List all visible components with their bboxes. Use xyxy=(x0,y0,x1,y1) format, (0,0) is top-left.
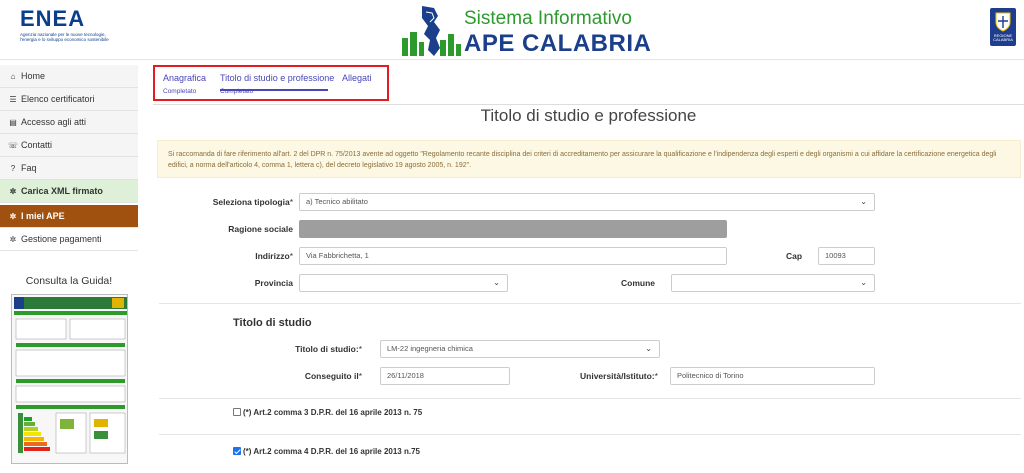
tabs-highlight-box: Anagrafica Completato Titolo di studio e… xyxy=(153,65,389,101)
section-divider xyxy=(159,398,1021,399)
sidebar-item-label: Home xyxy=(21,71,46,81)
brand-title-line1: Sistema Informativo xyxy=(464,8,632,29)
chevron-down-icon: ⌄ xyxy=(493,278,500,287)
gear-icon: ✲ xyxy=(9,187,17,196)
chevron-down-icon: ⌄ xyxy=(860,278,867,287)
universita-label: Università/Istituto:* xyxy=(580,371,658,381)
active-tab-underline xyxy=(220,89,328,91)
art2-comma3-label: (*) Art.2 comma 3 D.P.R. del 16 aprile 2… xyxy=(243,408,423,417)
main-content: Anagrafica Completato Titolo di studio e… xyxy=(153,60,1024,473)
conseguito-label: Conseguito il* xyxy=(304,371,362,381)
guide-title: Consulta la Guida! xyxy=(25,275,113,287)
info-alert: Si raccomanda di fare riferimento all'ar… xyxy=(157,140,1021,178)
phone-icon: ☏ xyxy=(8,141,19,150)
sidebar-item-faq[interactable]: ? Faq xyxy=(0,157,138,180)
required-mark: * xyxy=(289,251,293,261)
titolo-studio-label: Titolo di studio:* xyxy=(295,344,362,354)
sidebar-item-accesso-atti[interactable]: ▤ Accesso agli atti xyxy=(0,111,138,134)
art2-comma4-checkbox[interactable] xyxy=(233,447,241,455)
ape-calabria-brand[interactable]: Sistema Informativo APE CALABRIA xyxy=(400,4,660,58)
sidebar-item-home[interactable]: ⌂ Home xyxy=(0,65,138,88)
sidebar-item-label: Accesso agli atti xyxy=(21,117,87,127)
sidebar-item-miei-ape[interactable]: ✲ I miei APE xyxy=(0,205,138,228)
sidebar-item-elenco-certificatori[interactable]: ☰ Elenco certificatori xyxy=(0,88,138,111)
indirizzo-input[interactable]: Via Fabbrichetta, 1 xyxy=(299,247,727,265)
guide-document-image xyxy=(12,295,127,463)
gear-icon: ✲ xyxy=(9,235,17,244)
region-shield-icon xyxy=(995,12,1011,32)
sidebar-item-contatti[interactable]: ☏ Contatti xyxy=(0,134,138,157)
art2-comma4-row[interactable]: (*) Art.2 comma 4 D.P.R. del 16 aprile 2… xyxy=(233,447,420,456)
titolo-studio-select[interactable]: LM-22 ingegneria chimica ⌄ xyxy=(380,340,660,358)
sidebar-item-label: Contatti xyxy=(21,140,53,150)
section-divider xyxy=(159,303,1021,304)
brand-title-line2: APE CALABRIA xyxy=(464,30,652,57)
region-logo-text: REGIONE CALABRIA xyxy=(993,33,1013,42)
list-icon: ☰ xyxy=(9,95,17,104)
sidebar-item-label: Faq xyxy=(21,163,37,173)
enea-logo[interactable]: ENEA Agenzia nazionale per le nuove tecn… xyxy=(20,6,112,43)
indirizzo-label: Indirizzo* xyxy=(255,251,293,261)
sidebar: ⌂ Home ☰ Elenco certificatori ▤ Accesso agl… xyxy=(0,65,138,473)
tab-label: Anagrafica xyxy=(163,73,207,83)
provincia-select[interactable]: ⌄ xyxy=(299,274,508,292)
tipologia-select[interactable]: a) Tecnico abilitato ⌄ xyxy=(299,193,875,211)
comune-select[interactable]: ⌄ xyxy=(671,274,875,292)
sidebar-item-carica-xml[interactable]: ✲ Carica XML firmato xyxy=(0,180,138,203)
titolo-studio-section-title: Titolo di studio xyxy=(233,317,312,329)
sidebar-item-label: I miei APE xyxy=(21,211,65,221)
calabria-map-icon xyxy=(402,6,461,56)
art2-comma3-row[interactable]: (*) Art.2 comma 3 D.P.R. del 16 aprile 2… xyxy=(233,408,422,417)
tab-allegati[interactable]: Allegati xyxy=(342,73,372,88)
conseguito-date-input[interactable]: 26/11/2018 xyxy=(380,367,510,385)
tab-status: Completato xyxy=(163,88,197,95)
sidebar-item-label: Gestione pagamenti xyxy=(21,234,102,244)
gear-icon: ✲ xyxy=(9,212,17,221)
tabs-divider xyxy=(153,104,1024,105)
ragione-sociale-label: Ragione sociale xyxy=(228,224,293,234)
comune-label: Comune xyxy=(621,278,655,288)
art2-comma3-checkbox[interactable] xyxy=(233,408,241,416)
guide-thumbnail[interactable] xyxy=(11,294,128,464)
ragione-sociale-field xyxy=(299,220,727,238)
tab-label: Titolo di studio e professione xyxy=(220,73,335,83)
page-title: Titolo di studio e professione xyxy=(480,106,697,125)
tab-anagrafica[interactable]: Anagrafica Completato xyxy=(163,73,206,95)
required-mark: * xyxy=(358,344,362,354)
chevron-down-icon: ⌄ xyxy=(645,344,652,353)
sidebar-item-gestione-pagamenti[interactable]: ✲ Gestione pagamenti xyxy=(0,228,138,251)
sidebar-item-label: Elenco certificatori xyxy=(21,94,95,104)
section-divider xyxy=(159,434,1021,435)
art2-comma4-label: (*) Art.2 comma 4 D.P.R. del 16 aprile 2… xyxy=(243,447,420,456)
tab-titolo-studio-professione[interactable]: Titolo di studio e professione Completat… xyxy=(220,73,334,95)
question-icon: ? xyxy=(10,164,16,173)
tipologia-label: Seleziona tipologia* xyxy=(212,197,293,207)
home-icon: ⌂ xyxy=(10,72,16,81)
regione-calabria-logo[interactable]: REGIONE CALABRIA xyxy=(990,8,1016,46)
cap-input[interactable]: 10093 xyxy=(818,247,875,265)
enea-logo-tagline: Agenzia nazionale per le nuove tecnologi… xyxy=(20,32,109,42)
sidebar-item-label: Carica XML firmato xyxy=(21,186,103,196)
chevron-down-icon: ⌄ xyxy=(860,197,867,206)
tipologia-value: a) Tecnico abilitato xyxy=(306,197,368,206)
cap-label: Cap xyxy=(786,251,803,261)
provincia-label: Provincia xyxy=(254,278,293,288)
universita-input[interactable]: Politecnico di Torino xyxy=(670,367,875,385)
tab-label: Allegati xyxy=(342,73,372,83)
required-mark: * xyxy=(358,371,362,381)
required-mark: * xyxy=(654,371,658,381)
enea-logo-word: ENEA xyxy=(20,6,86,31)
required-mark: * xyxy=(289,197,293,207)
titolo-studio-value: LM-22 ingegneria chimica xyxy=(387,344,473,353)
document-icon: ▤ xyxy=(9,118,17,127)
header: ENEA Agenzia nazionale per le nuove tecn… xyxy=(0,0,1024,60)
